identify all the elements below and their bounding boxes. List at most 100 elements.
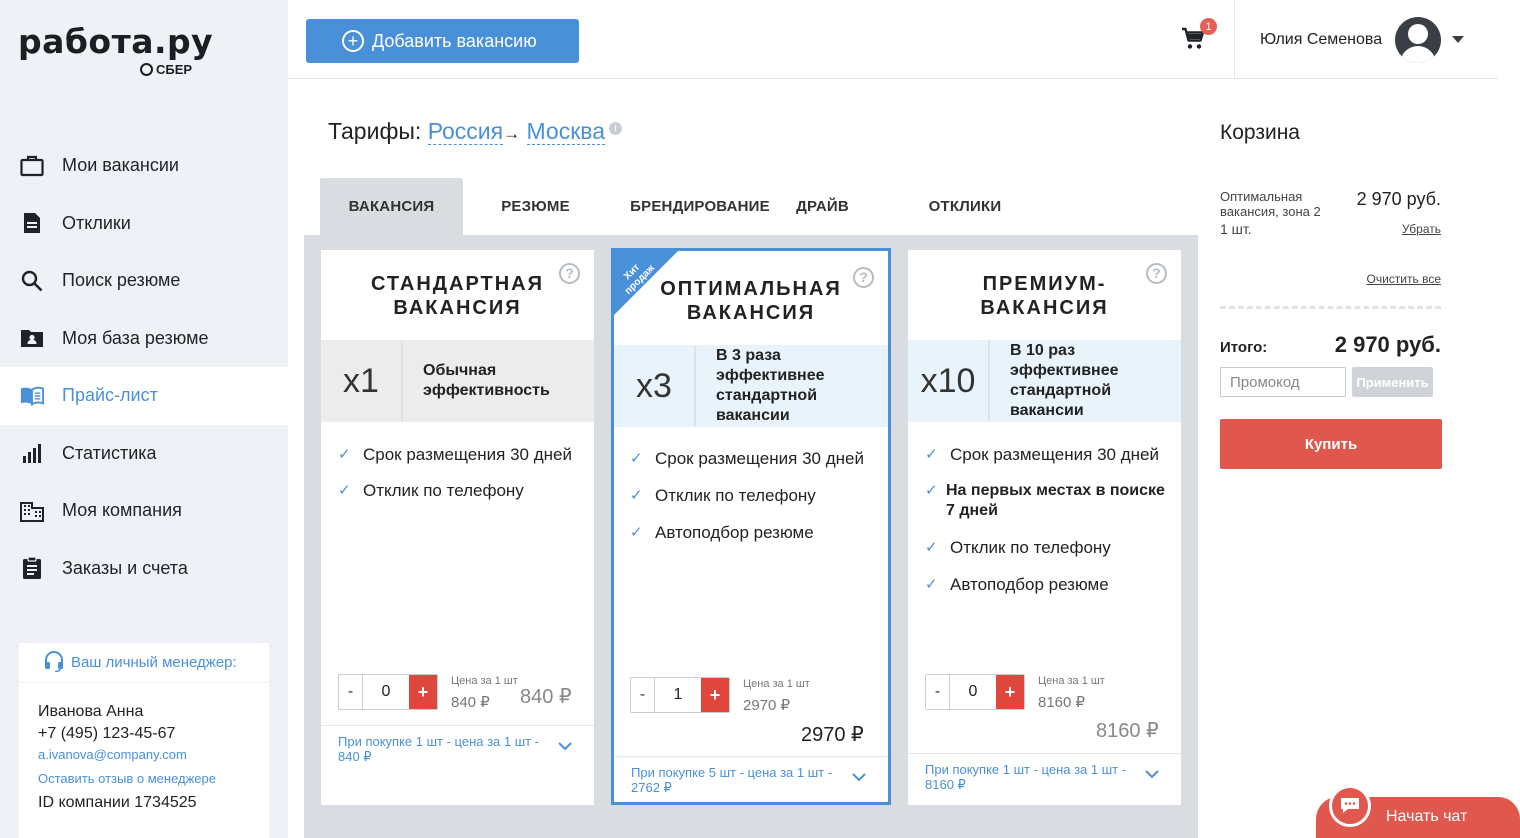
- avatar[interactable]: [1395, 17, 1441, 63]
- feature-item: ✓ Срок размещения 30 дней: [630, 449, 864, 469]
- sidebar-item-resume-search[interactable]: Поиск резюме: [0, 252, 288, 310]
- manager-email[interactable]: a.ivanova@company.com: [38, 745, 269, 765]
- help-icon[interactable]: ?: [1146, 263, 1167, 284]
- feature-item: ✓ Отклик по телефону: [338, 481, 572, 501]
- manager-feedback-link[interactable]: Оставить отзыв о менеджере: [38, 765, 269, 792]
- efficiency-desc: В 3 раза эффективнее стандартной ваканси…: [696, 346, 825, 426]
- card-footer: При покупке 1 шт - цена за 1 шт - 840 ₽: [321, 725, 594, 805]
- cart-title: Корзина: [1220, 121, 1300, 144]
- chart-icon: [20, 441, 44, 465]
- apply-promo-button[interactable]: Применить: [1352, 367, 1433, 397]
- total-price: 840 ₽: [520, 686, 572, 708]
- increment-button[interactable]: +: [996, 675, 1024, 709]
- increment-button[interactable]: +: [409, 675, 437, 709]
- title-prefix: Тарифы:: [328, 118, 422, 144]
- chevron-down-icon[interactable]: [1452, 36, 1464, 43]
- region-link[interactable]: Россия: [427, 118, 504, 145]
- decrement-button[interactable]: -: [339, 675, 363, 709]
- top-header: + Добавить вакансию 1 Юлия Семенова: [288, 0, 1498, 79]
- chat-bubble-icon: [1329, 785, 1371, 827]
- feature-text: Автоподбор резюме: [655, 523, 814, 542]
- desc-line: стандартной: [1010, 382, 1112, 399]
- header-divider: [1234, 0, 1235, 78]
- sidebar-item-my-vacancies[interactable]: Мои вакансии: [0, 137, 288, 195]
- chat-widget[interactable]: Начать чат: [1316, 785, 1520, 838]
- desc-line: эффективнее: [1010, 362, 1119, 379]
- total-price: 2970 ₽: [801, 724, 864, 746]
- chevron-down-icon[interactable]: [1145, 766, 1159, 784]
- buy-button[interactable]: Купить: [1220, 419, 1442, 469]
- bulk-discount-text: При покупке 1 шт - цена за 1 шт - 8160 ₽: [925, 762, 1127, 792]
- quantity-stepper: - +: [338, 674, 438, 710]
- search-icon: [20, 269, 44, 293]
- sidebar-item-statistics[interactable]: Статистика: [0, 425, 288, 483]
- tab-vacancy[interactable]: ВАКАНСИЯ: [320, 178, 463, 235]
- folder-user-icon: [20, 326, 44, 350]
- cart-item-qty: 1 шт.: [1220, 221, 1252, 237]
- multiplier: x10: [908, 341, 990, 421]
- multiplier: x3: [614, 346, 696, 426]
- manager-phone[interactable]: +7 (495) 123-45-67: [38, 723, 269, 745]
- card-title: ОПТИМАЛЬНАЯ ВАКАНСИЯ: [634, 277, 868, 325]
- chevron-down-icon[interactable]: [558, 738, 572, 756]
- feature-list: ✓ Срок размещения 30 дней ✓ На первых мест…: [925, 445, 1175, 595]
- remove-item-link[interactable]: Убрать: [1380, 222, 1441, 236]
- desc-line: вакансии: [1010, 402, 1084, 419]
- manager-name: Иванова Анна: [38, 703, 144, 720]
- avatar-head: [1408, 24, 1428, 44]
- chat-label: Начать чат: [1386, 808, 1468, 825]
- sidebar-item-company[interactable]: Моя компания: [0, 482, 288, 540]
- cart-item-price: 2 970 руб.: [1356, 189, 1441, 209]
- sidebar-item-label: Поиск резюме: [62, 270, 181, 291]
- chevron-down-icon[interactable]: [852, 769, 866, 787]
- sidebar-item-responses[interactable]: Отклики: [0, 195, 288, 253]
- sidebar-item-orders[interactable]: Заказы и счета: [0, 540, 288, 598]
- info-icon[interactable]: i: [609, 122, 623, 135]
- sidebar-item-resume-base[interactable]: Моя база резюме: [0, 310, 288, 368]
- efficiency-desc: В 10 раз эффективнее стандартной ваканси…: [990, 341, 1119, 421]
- logo[interactable]: работа.ру СБЕР: [18, 22, 213, 77]
- logo-sub: СБЕР: [140, 62, 192, 77]
- tab-resume[interactable]: РЕЗЮМЕ: [463, 178, 608, 235]
- add-vacancy-label: Добавить вакансию: [372, 30, 537, 51]
- sidebar-item-price-list[interactable]: Прайс-лист: [0, 367, 288, 425]
- quantity-input[interactable]: [950, 675, 996, 709]
- tab-responses[interactable]: ОТКЛИКИ: [920, 178, 1010, 235]
- bulk-discount-text: При покупке 5 шт - цена за 1 шт - 2762 ₽: [631, 765, 833, 795]
- quantity-input[interactable]: [655, 678, 701, 712]
- page-title: Тарифы: Россия→ Москва i: [328, 118, 623, 145]
- desc-line: вакансии: [716, 407, 790, 424]
- quantity-stepper: - +: [925, 674, 1025, 710]
- help-icon[interactable]: ?: [853, 267, 874, 288]
- card-title: СТАНДАРТНАЯ ВАКАНСИЯ: [321, 272, 594, 320]
- card-title-line: ВАКАНСИЯ: [686, 302, 816, 324]
- help-icon[interactable]: ?: [559, 263, 580, 284]
- add-vacancy-button[interactable]: + Добавить вакансию: [306, 19, 579, 63]
- desc-line: В 3 раза: [716, 347, 781, 364]
- feature-item: ✓ Отклик по телефону: [630, 486, 864, 506]
- tab-branding[interactable]: БРЕНДИРОВАНИЕ: [620, 178, 780, 235]
- sidebar: работа.ру СБЕР Мои вакансии Отклики Поис…: [0, 0, 288, 838]
- price-label: Цена за 1 шт: [743, 678, 810, 690]
- decrement-button[interactable]: -: [926, 675, 950, 709]
- increment-button[interactable]: +: [701, 678, 729, 712]
- unit-price: 840 ₽: [451, 694, 490, 711]
- building-icon: [20, 499, 44, 523]
- card-title-line: ОПТИМАЛЬНАЯ: [660, 278, 842, 300]
- promo-code-input[interactable]: [1220, 367, 1346, 397]
- clear-cart-link[interactable]: Очистить все: [1340, 272, 1441, 286]
- decrement-button[interactable]: -: [631, 678, 655, 712]
- user-name[interactable]: Юлия Семенова: [1260, 31, 1382, 49]
- tariff-card-premium: ПРЕМИУМ- ВАКАНСИЯ ? x10 В 10 раз эффекти…: [908, 250, 1181, 805]
- quantity-input[interactable]: [363, 675, 409, 709]
- cart-divider: [1220, 306, 1441, 309]
- manager-heading-text: Ваш личный менеджер:: [71, 654, 237, 671]
- plus-circle-icon: +: [342, 30, 364, 52]
- city-link[interactable]: Москва: [526, 118, 606, 145]
- tab-drive[interactable]: ДРАЙВ: [790, 178, 855, 235]
- check-icon: ✓: [630, 450, 643, 467]
- multiplier: x1: [321, 341, 403, 421]
- price-label: Цена за 1 шт: [1038, 675, 1105, 687]
- feature-text: Отклик по телефону: [655, 486, 816, 505]
- feature-text: Срок размещения 30 дней: [363, 445, 572, 464]
